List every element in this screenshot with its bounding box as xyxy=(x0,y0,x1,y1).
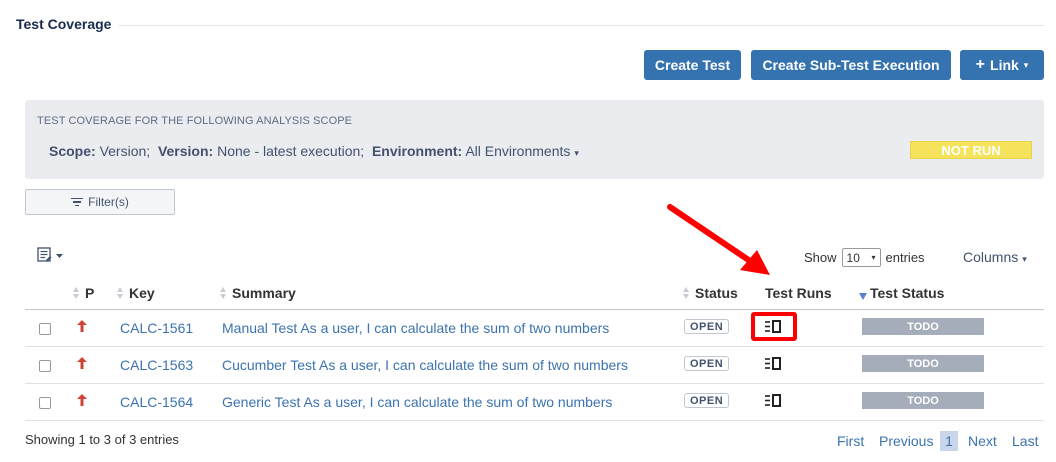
columns-dropdown[interactable]: Columns ▾ xyxy=(963,249,1027,265)
sort-icon xyxy=(220,287,227,299)
test-runs-icon[interactable] xyxy=(765,394,782,407)
entries-label: entries xyxy=(885,250,925,265)
status-lozenge: OPEN xyxy=(684,393,730,408)
create-test-button[interactable]: Create Test xyxy=(644,50,741,80)
status-lozenge: OPEN xyxy=(684,319,730,334)
table-view-options-icon[interactable] xyxy=(37,247,65,263)
version-value: None - latest execution; xyxy=(217,143,365,159)
test-status-badge: TODO xyxy=(862,318,984,335)
test-status-badge: TODO xyxy=(862,392,984,409)
plus-icon: + xyxy=(975,56,986,73)
pagination-current-page[interactable]: 1 xyxy=(940,431,958,451)
row-checkbox[interactable] xyxy=(39,323,51,335)
priority-major-icon xyxy=(77,319,87,332)
table-row: CALC-1564 Generic Test As a user, I can … xyxy=(25,384,1044,421)
sort-icon xyxy=(117,287,124,299)
pagination-first[interactable]: First xyxy=(837,433,864,449)
columns-label: Columns xyxy=(963,249,1019,265)
test-runs-icon[interactable] xyxy=(765,357,782,370)
pagination-previous[interactable]: Previous xyxy=(879,433,933,449)
row-checkbox[interactable] xyxy=(39,397,51,409)
section-title: Test Coverage xyxy=(16,16,120,32)
environment-dropdown[interactable]: All Environments ▾ xyxy=(465,143,579,159)
section-divider xyxy=(16,25,1044,26)
show-entries-control: Show 10 ▾ entries xyxy=(804,248,925,267)
section-header: Test Coverage xyxy=(16,16,1044,36)
column-header-test-status[interactable]: Test Status xyxy=(859,285,944,301)
issue-summary-link[interactable]: Generic Test As a user, I can calculate … xyxy=(222,394,612,410)
table-header: P Key Summary Status Test Runs Test Stat… xyxy=(25,280,1044,310)
issue-key-link[interactable]: CALC-1563 xyxy=(120,357,193,373)
show-label: Show xyxy=(804,250,837,265)
column-header-priority[interactable]: P xyxy=(73,285,94,301)
issue-summary-link[interactable]: Cucumber Test As a user, I can calculate… xyxy=(222,357,628,373)
chevron-down-icon: ▾ xyxy=(574,148,579,158)
issue-key-link[interactable]: CALC-1564 xyxy=(120,394,193,410)
pagination-last[interactable]: Last xyxy=(1012,433,1038,449)
scope-label: Scope: xyxy=(49,143,96,159)
table-info: Showing 1 to 3 of 3 entries xyxy=(25,432,179,447)
column-header-label: P xyxy=(85,285,95,301)
entries-per-page-select[interactable]: 10 ▾ xyxy=(841,248,881,267)
column-header-label: Test Status xyxy=(870,285,945,301)
environment-label: Environment: xyxy=(371,143,463,159)
chevron-down-icon: ▾ xyxy=(1023,59,1029,70)
filter-icon xyxy=(71,197,84,207)
scope-heading: Test Coverage for the following analysis… xyxy=(37,115,353,127)
table-row: CALC-1563 Cucumber Test As a user, I can… xyxy=(25,347,1044,384)
chevron-down-icon: ▾ xyxy=(871,253,876,262)
sort-descending-icon xyxy=(859,292,867,300)
analysis-scope-panel: Test Coverage for the following analysis… xyxy=(25,100,1044,179)
issue-key-link[interactable]: CALC-1561 xyxy=(120,320,193,336)
column-header-key[interactable]: Key xyxy=(117,285,155,301)
annotation-highlight-box xyxy=(751,312,797,341)
priority-major-icon xyxy=(77,393,87,406)
filter-button[interactable]: Filter(s) xyxy=(25,189,175,215)
link-dropdown-button[interactable]: + Link ▾ xyxy=(960,50,1044,80)
column-header-label: Key xyxy=(129,285,155,301)
row-checkbox[interactable] xyxy=(39,360,51,372)
column-header-summary[interactable]: Summary xyxy=(220,285,296,301)
column-header-label: Summary xyxy=(232,285,296,301)
scope-value: Version; xyxy=(99,143,151,159)
entries-select-value: 10 xyxy=(846,250,860,265)
status-lozenge: OPEN xyxy=(684,356,730,371)
priority-major-icon xyxy=(77,356,87,369)
create-sub-test-execution-button[interactable]: Create Sub-Test Execution xyxy=(751,50,951,80)
test-status-badge: TODO xyxy=(862,355,984,372)
version-label: Version: xyxy=(157,143,214,159)
sort-icon xyxy=(73,287,80,299)
table-row: CALC-1561 Manual Test As a user, I can c… xyxy=(25,310,1044,347)
overall-status-badge: NOT RUN xyxy=(910,141,1032,159)
link-button-label: Link xyxy=(990,57,1019,73)
environment-value: All Environments xyxy=(465,143,571,159)
pagination-next[interactable]: Next xyxy=(968,433,997,449)
filter-button-label: Filter(s) xyxy=(88,195,129,209)
scope-summary: Scope: Version; Version: None - latest e… xyxy=(49,143,579,159)
annotation-arrow-icon xyxy=(667,204,770,275)
chevron-down-icon: ▾ xyxy=(1022,254,1027,264)
issue-summary-link[interactable]: Manual Test As a user, I can calculate t… xyxy=(222,320,609,336)
